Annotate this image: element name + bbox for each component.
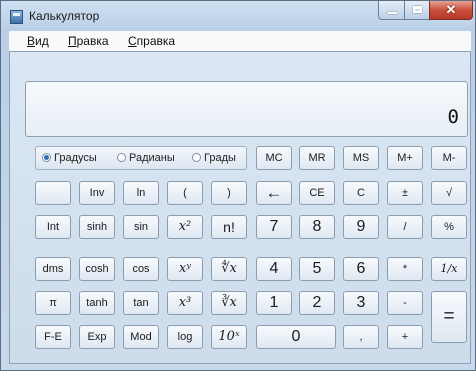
angle-mode-group: Градусы Радианы Грады: [35, 146, 247, 170]
pi-button[interactable]: π: [35, 291, 71, 315]
plus-minus-button[interactable]: ±: [387, 181, 423, 205]
minus-button[interactable]: -: [387, 291, 423, 315]
cube-root-button[interactable]: ∛x: [211, 291, 247, 315]
fe-button[interactable]: F-E: [35, 325, 71, 349]
minimize-button[interactable]: [378, 1, 405, 20]
m-plus-button[interactable]: M+: [387, 146, 423, 170]
menu-bar: Вид Правка Справка: [9, 31, 471, 51]
digit-4-button[interactable]: 4: [256, 257, 292, 281]
inv-button[interactable]: Inv: [79, 181, 115, 205]
radio-unselected-icon: [117, 153, 126, 162]
digit-9-button[interactable]: 9: [343, 215, 379, 239]
calculator-window: Калькулятор ✕ Вид Правка Справка 0 Граду…: [0, 0, 476, 371]
radio-grads[interactable]: Грады: [192, 152, 236, 164]
radio-degrees[interactable]: Градусы: [42, 152, 97, 164]
radio-radians[interactable]: Радианы: [117, 152, 175, 164]
digit-6-button[interactable]: 6: [343, 257, 379, 281]
sinh-button[interactable]: sinh: [79, 215, 115, 239]
plus-button[interactable]: +: [387, 325, 423, 349]
digit-3-button[interactable]: 3: [343, 291, 379, 315]
window-title: Калькулятор: [29, 9, 100, 23]
mod-button[interactable]: Mod: [123, 325, 159, 349]
equals-button[interactable]: =: [431, 291, 467, 343]
digit-0-button[interactable]: 0: [256, 325, 336, 349]
sqrt-button[interactable]: √: [431, 181, 467, 205]
reciprocal-button[interactable]: 1/x: [431, 257, 467, 281]
cos-button[interactable]: cos: [123, 257, 159, 281]
factorial-button[interactable]: n!: [211, 215, 247, 239]
calculator-app-icon: [10, 10, 23, 24]
result-display: 0: [25, 81, 468, 137]
digit-1-button[interactable]: 1: [256, 291, 292, 315]
dms-button[interactable]: dms: [35, 257, 71, 281]
digit-2-button[interactable]: 2: [299, 291, 335, 315]
divide-button[interactable]: /: [387, 215, 423, 239]
int-button[interactable]: Int: [35, 215, 71, 239]
x-power-y-button[interactable]: xʸ: [167, 257, 203, 281]
display-value: 0: [447, 106, 459, 128]
ten-power-x-button[interactable]: 10ˣ: [211, 325, 247, 349]
log-button[interactable]: log: [167, 325, 203, 349]
percent-button[interactable]: %: [431, 215, 467, 239]
ce-button[interactable]: CE: [299, 181, 335, 205]
menu-view[interactable]: Вид: [27, 34, 49, 48]
right-paren-button[interactable]: ): [211, 181, 247, 205]
y-root-button[interactable]: ∜x: [211, 257, 247, 281]
tan-button[interactable]: tan: [123, 291, 159, 315]
blank-button[interactable]: [35, 181, 71, 205]
close-button[interactable]: ✕: [429, 1, 473, 20]
ln-button[interactable]: ln: [123, 181, 159, 205]
left-paren-button[interactable]: (: [167, 181, 203, 205]
radio-unselected-icon: [192, 153, 201, 162]
menu-edit[interactable]: Правка: [68, 34, 109, 48]
digit-5-button[interactable]: 5: [299, 257, 335, 281]
backspace-button[interactable]: ←: [256, 181, 292, 205]
comma-button[interactable]: ,: [343, 325, 379, 349]
mc-button[interactable]: MC: [256, 146, 292, 170]
digit-7-button[interactable]: 7: [256, 215, 292, 239]
cosh-button[interactable]: cosh: [79, 257, 115, 281]
tanh-button[interactable]: tanh: [79, 291, 115, 315]
sin-button[interactable]: sin: [123, 215, 159, 239]
close-icon: ✕: [445, 2, 457, 17]
maximize-icon: [413, 6, 422, 13]
minimize-icon: [388, 12, 397, 14]
maximize-button[interactable]: [404, 1, 430, 20]
x-squared-button[interactable]: x²: [167, 215, 203, 239]
exp-button[interactable]: Exp: [79, 325, 115, 349]
mr-button[interactable]: MR: [299, 146, 335, 170]
multiply-button[interactable]: *: [387, 257, 423, 281]
x-cubed-button[interactable]: x³: [167, 291, 203, 315]
m-minus-button[interactable]: M-: [431, 146, 467, 170]
title-bar[interactable]: Калькулятор ✕: [1, 1, 475, 31]
ms-button[interactable]: MS: [343, 146, 379, 170]
digit-8-button[interactable]: 8: [299, 215, 335, 239]
c-button[interactable]: C: [343, 181, 379, 205]
menu-help[interactable]: Справка: [128, 34, 175, 48]
radio-selected-icon: [42, 153, 51, 162]
